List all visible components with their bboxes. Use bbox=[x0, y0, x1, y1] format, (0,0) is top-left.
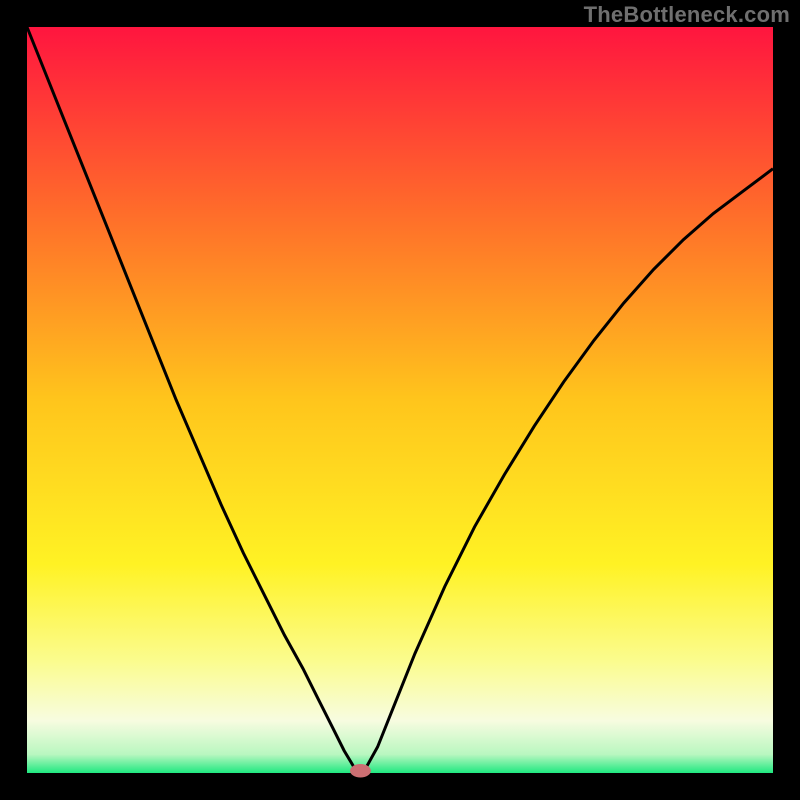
plot-background bbox=[27, 27, 773, 773]
chart-frame: { "watermark": "TheBottleneck.com", "cha… bbox=[0, 0, 800, 800]
optimum-marker bbox=[350, 764, 371, 777]
bottleneck-chart bbox=[0, 0, 800, 800]
watermark-text: TheBottleneck.com bbox=[584, 2, 790, 28]
